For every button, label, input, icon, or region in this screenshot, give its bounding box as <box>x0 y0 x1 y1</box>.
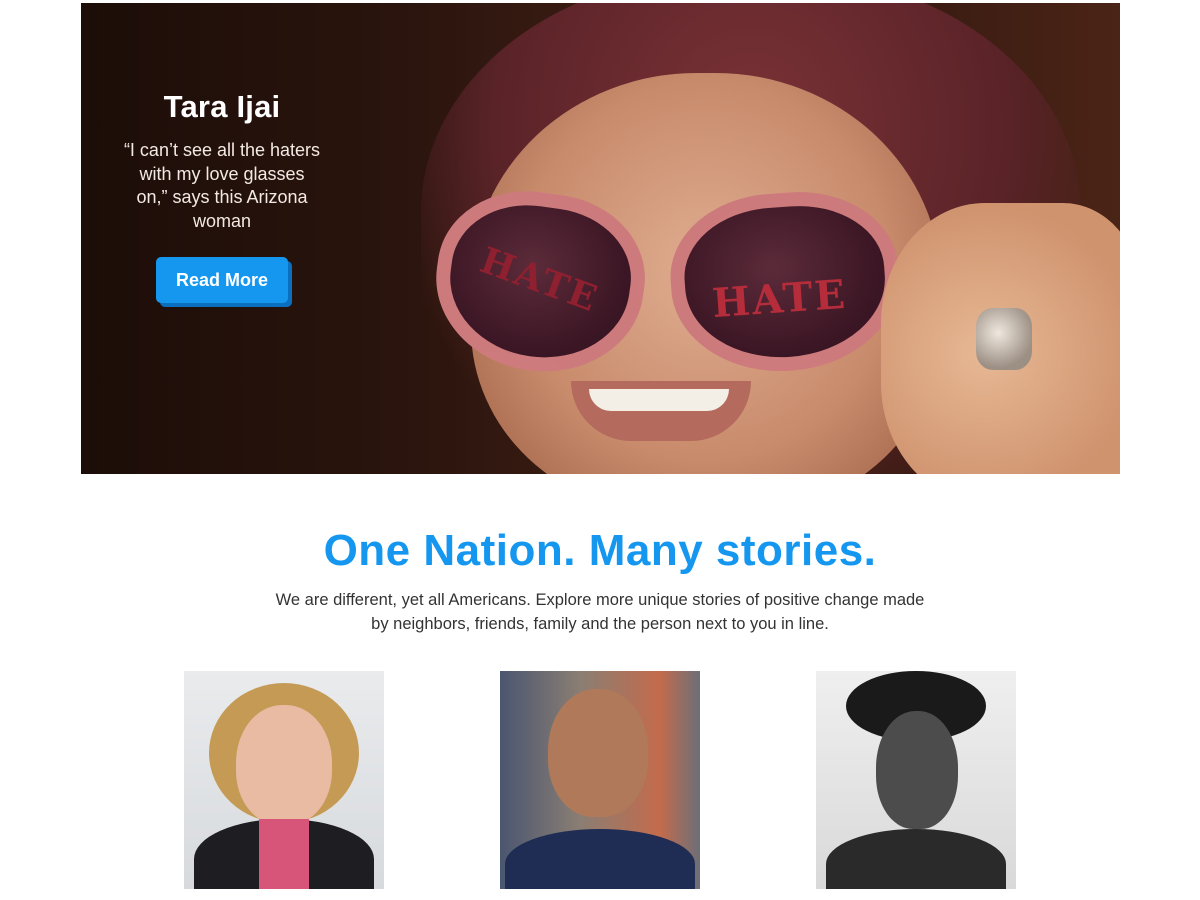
hero-quote: “I can’t see all the haters with my love… <box>123 140 321 231</box>
portrait-head <box>876 711 958 829</box>
portrait-body <box>826 829 1006 889</box>
hero-name: Tara Ijai <box>163 89 281 124</box>
portrait-body <box>505 829 695 889</box>
story-card-photo-2[interactable] <box>500 671 700 889</box>
read-more-button[interactable]: Read More <box>156 257 288 303</box>
story-card-photo-1[interactable] <box>184 671 384 889</box>
section-title: One Nation. Many stories. <box>323 526 877 575</box>
portrait-scarf <box>259 819 309 889</box>
lens-word-left: HATE <box>474 239 605 321</box>
hero-text-block: Tara Ijai “I can’t see all the haters wi… <box>122 89 322 303</box>
portrait-head <box>236 705 332 825</box>
hero-photo-teeth <box>589 389 729 411</box>
hero-banner: HATE HATE Tara Ijai “I can’t see all the… <box>81 3 1120 474</box>
lens-word-right: HATE <box>710 270 849 328</box>
story-card-photo-3[interactable] <box>816 671 1016 889</box>
section-subtitle: We are different, yet all Americans. Exp… <box>275 591 925 633</box>
portrait-head <box>548 689 648 817</box>
hero-photo-ring <box>976 308 1032 370</box>
